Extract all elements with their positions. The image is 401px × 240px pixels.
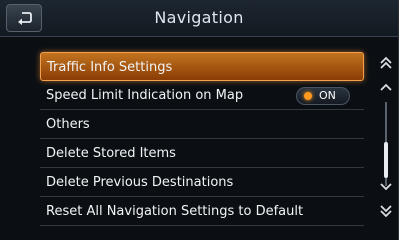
menu-item-speed-limit-indication[interactable]: Speed Limit Indication on Map ON bbox=[40, 81, 364, 110]
return-arrow-icon bbox=[18, 12, 32, 25]
menu-item-traffic-info-settings[interactable]: Traffic Info Settings bbox=[40, 52, 364, 81]
speed-limit-toggle[interactable]: ON bbox=[296, 87, 350, 105]
menu-item-delete-stored-items[interactable]: Delete Stored Items bbox=[40, 139, 364, 168]
header-bar: Navigation bbox=[0, 0, 398, 37]
menu-item-label: Delete Previous Destinations bbox=[46, 175, 234, 190]
settings-menu: Traffic Info Settings Speed Limit Indica… bbox=[40, 52, 364, 226]
scrollbar[interactable] bbox=[374, 50, 398, 234]
menu-item-label: Delete Stored Items bbox=[46, 146, 176, 161]
menu-item-others[interactable]: Others bbox=[40, 110, 364, 139]
menu-item-label: Speed Limit Indication on Map bbox=[46, 88, 244, 103]
menu-item-label: Reset All Navigation Settings to Default bbox=[46, 204, 304, 219]
menu-item-reset-navigation-settings[interactable]: Reset All Navigation Settings to Default bbox=[40, 197, 364, 226]
double-chevron-down-icon[interactable] bbox=[376, 204, 396, 222]
back-button[interactable] bbox=[6, 4, 42, 32]
menu-item-label: Others bbox=[46, 117, 90, 132]
scroll-thumb[interactable] bbox=[384, 142, 388, 178]
toggle-indicator-icon bbox=[304, 92, 312, 100]
menu-item-label: Traffic Info Settings bbox=[47, 60, 173, 75]
navigation-screen: Navigation Traffic Info Settings Speed L… bbox=[0, 0, 399, 240]
menu-item-delete-previous-destinations[interactable]: Delete Previous Destinations bbox=[40, 168, 364, 197]
page-title: Navigation bbox=[154, 8, 244, 27]
chevron-down-icon[interactable] bbox=[376, 180, 396, 198]
chevron-up-icon[interactable] bbox=[376, 80, 396, 98]
double-chevron-up-icon[interactable] bbox=[376, 56, 396, 74]
toggle-state-label: ON bbox=[319, 89, 336, 102]
